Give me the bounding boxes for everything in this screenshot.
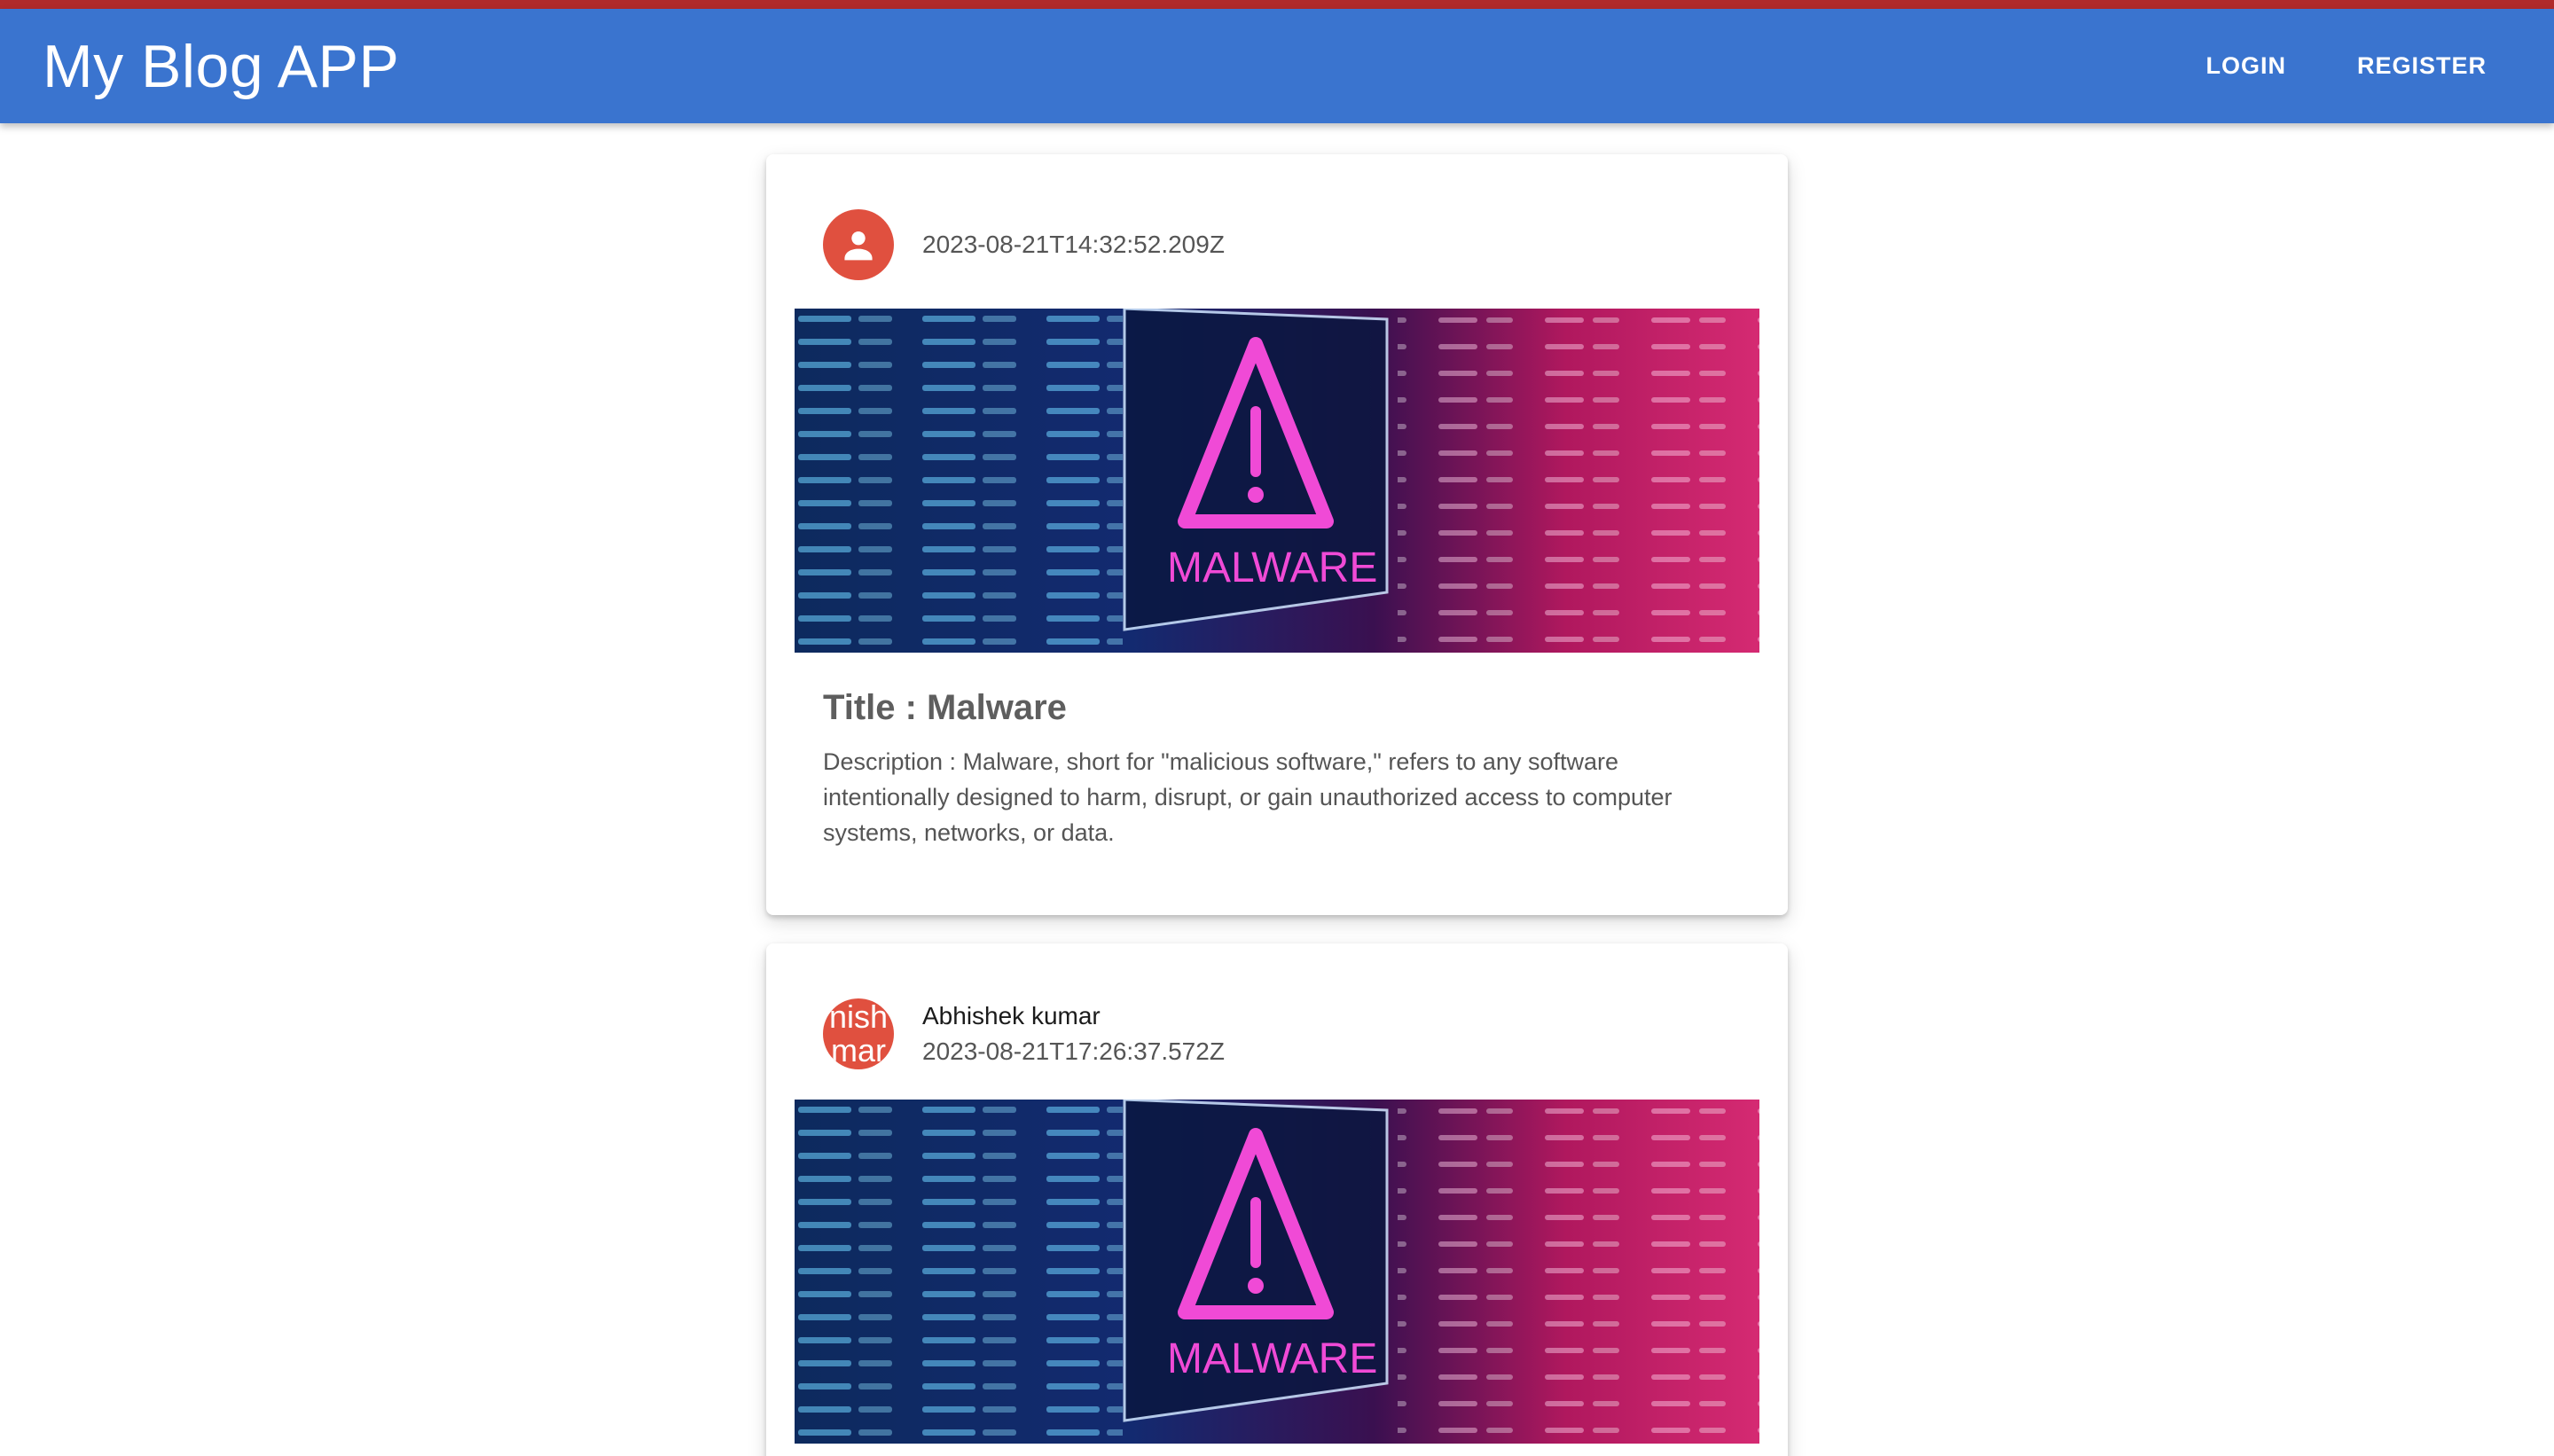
person-icon xyxy=(844,231,873,261)
post-description: Description : Malware, short for "malici… xyxy=(823,748,1673,846)
malware-caption: MALWARE xyxy=(1167,1335,1377,1382)
post-author: Abhishek kumar xyxy=(922,1002,1101,1029)
post-date: 2023-08-21T17:26:37.572Z xyxy=(922,1037,1225,1065)
post-content: Title : Malware Description : Malware, s… xyxy=(823,688,1736,850)
login-button[interactable]: LOGIN xyxy=(2181,35,2311,98)
malware-illustration: MALWARE xyxy=(795,309,1759,653)
avatar: nish mar xyxy=(823,998,894,1069)
post-header: 2023-08-21T14:32:52.209Z xyxy=(823,209,1225,280)
app-bar: My Blog APP LOGIN REGISTER xyxy=(0,9,2554,123)
post-header: nish mar Abhishek kumar 2023-08-21T17:26… xyxy=(823,998,1225,1069)
app-title[interactable]: My Blog APP xyxy=(43,32,399,101)
post-meta: Abhishek kumar 2023-08-21T17:26:37.572Z xyxy=(922,1002,1225,1066)
top-stripe xyxy=(0,0,2554,9)
post-title: Title : Malware xyxy=(823,688,1067,727)
malware-illustration: MALWARE xyxy=(795,1100,1759,1444)
post-date: 2023-08-21T14:32:52.209Z xyxy=(922,231,1225,258)
nav-actions: LOGIN REGISTER xyxy=(2181,35,2511,98)
post-meta: 2023-08-21T14:32:52.209Z xyxy=(922,231,1225,259)
post-image: MALWARE xyxy=(795,309,1759,653)
post-card: nish mar Abhishek kumar 2023-08-21T17:26… xyxy=(766,943,1788,1456)
post-card: 2023-08-21T14:32:52.209Z MALWARE Title:… xyxy=(766,154,1788,915)
avatar xyxy=(823,209,894,280)
avatar-initials: nish mar xyxy=(828,998,889,1069)
register-button[interactable]: REGISTER xyxy=(2332,35,2511,98)
post-image: MALWARE xyxy=(795,1100,1759,1444)
malware-caption: MALWARE xyxy=(1167,544,1377,591)
